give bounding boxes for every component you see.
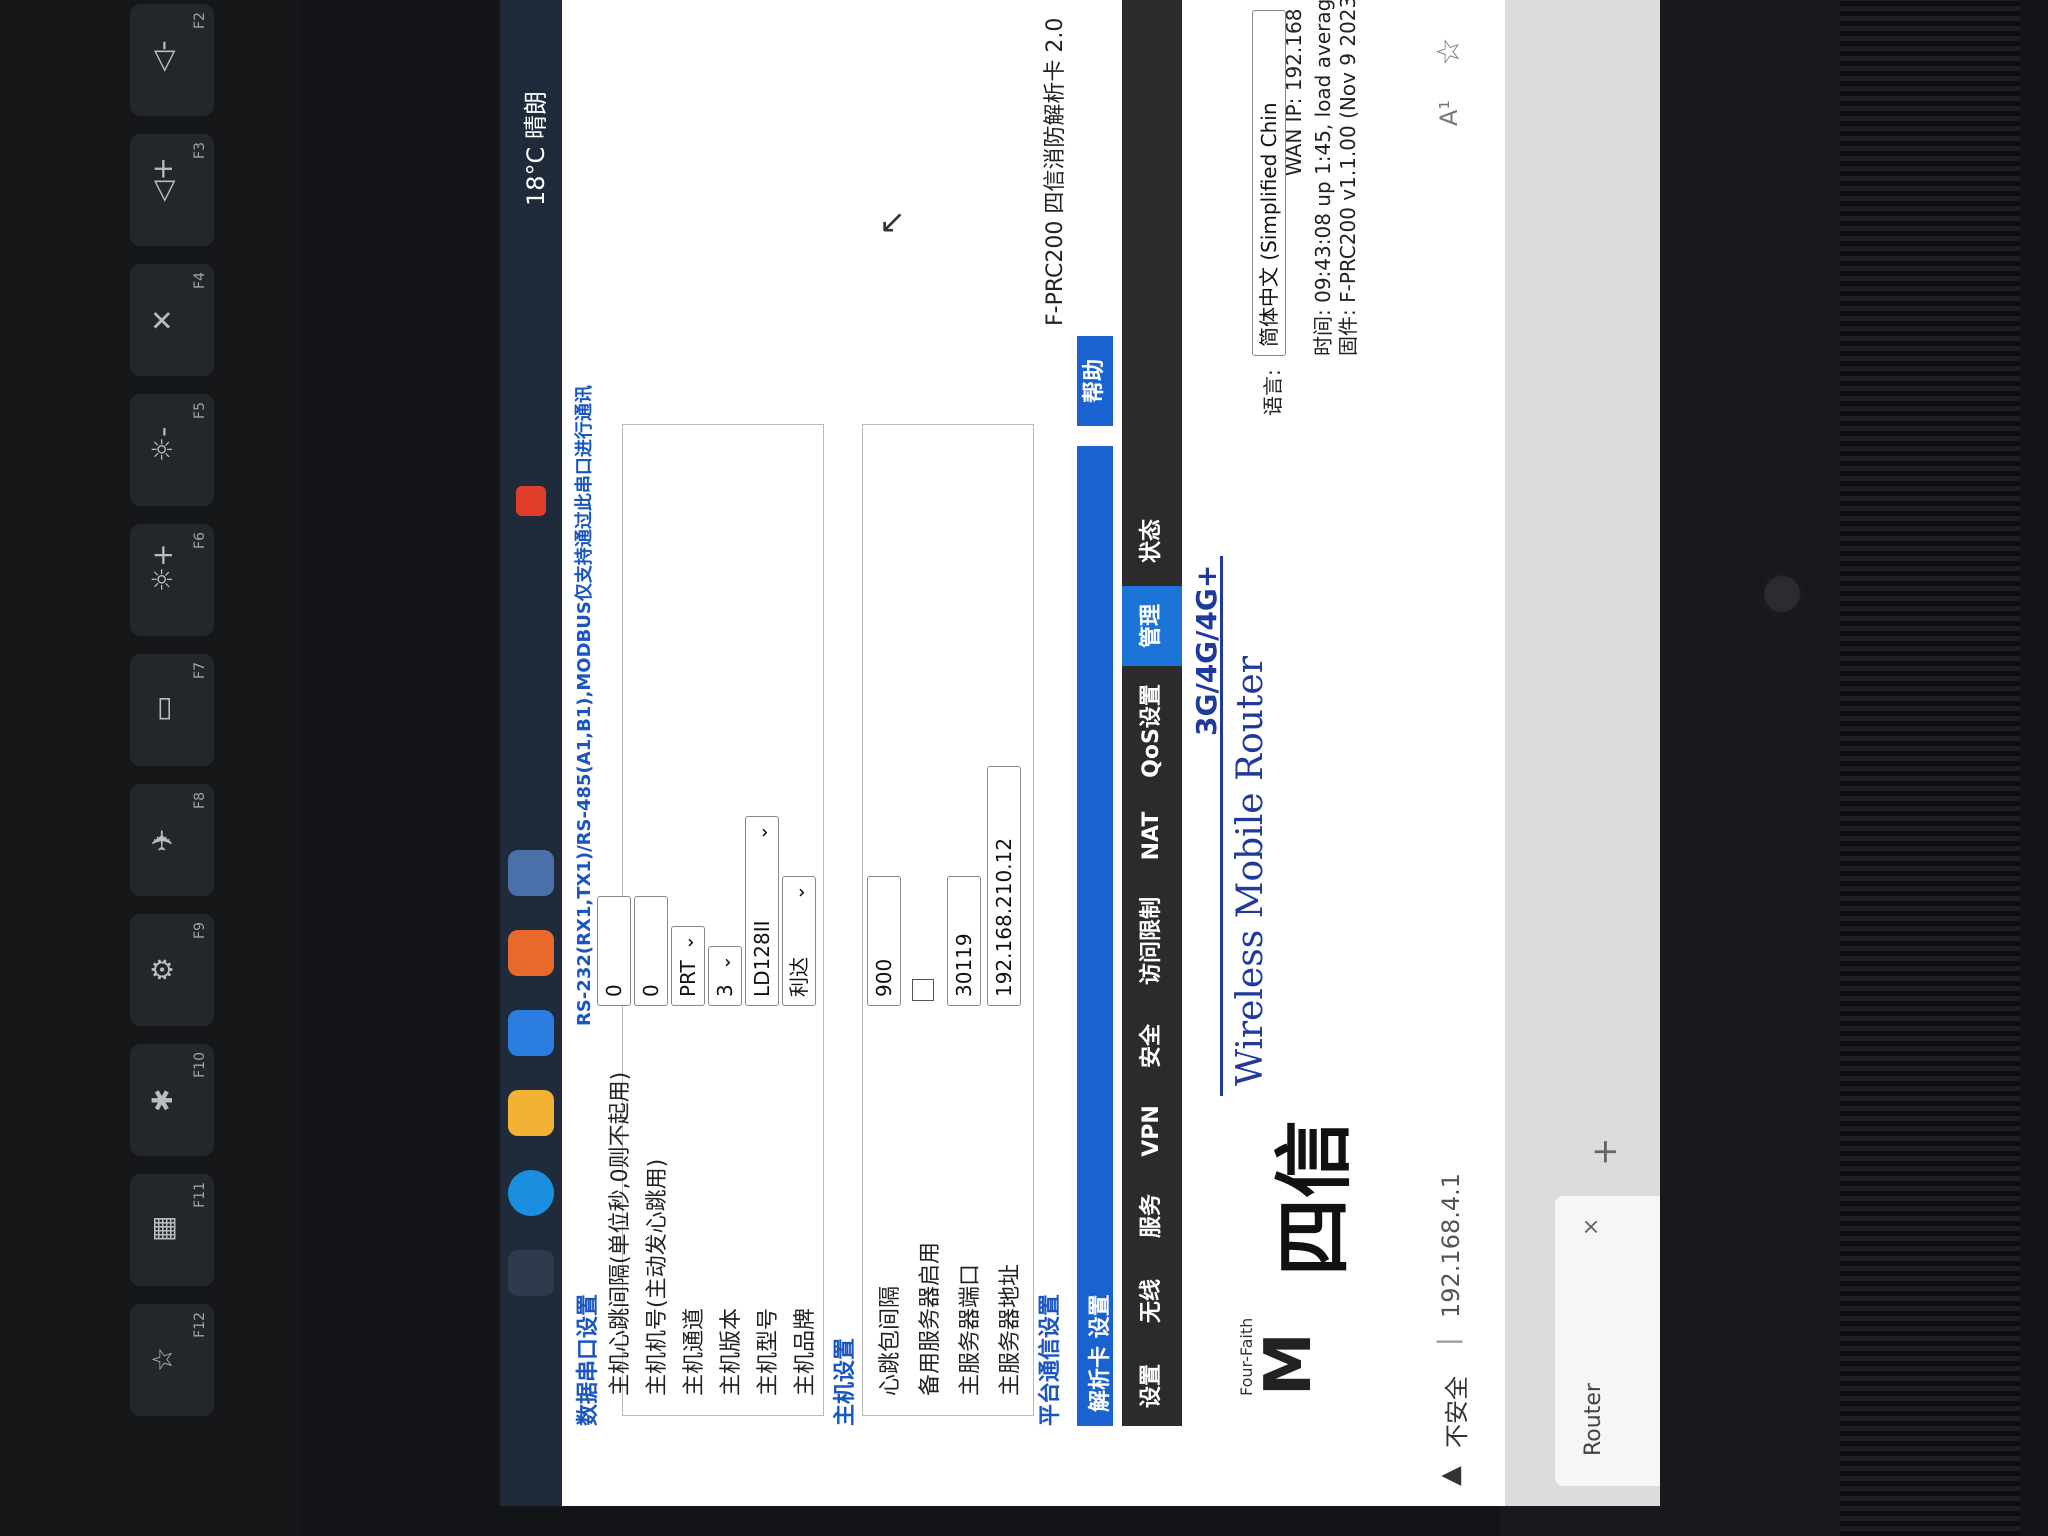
server-addr-label: 主服务器地址: [998, 1263, 1023, 1396]
key-f11[interactable]: ▦ F11: [130, 1174, 214, 1286]
language-select[interactable]: 简体中文 (Simplified Chin: [1252, 10, 1286, 356]
subpage-title: 解析卡 设置: [1088, 1294, 1113, 1412]
tab-bar: Router × +: [1505, 0, 1660, 1506]
screen: 18°C 晴朗 M Four-Faith 四信 Wireless Mobile …: [500, 0, 1660, 1506]
tab-setup[interactable]: 设置: [1122, 1346, 1182, 1426]
help-text: F-PRC200 四信消防解析卡 2.0: [1043, 17, 1068, 326]
browser-tab[interactable]: Router ×: [1555, 1196, 1660, 1486]
tab-vpn[interactable]: VPN: [1122, 1091, 1182, 1171]
logo-cn: 四信: [1270, 1119, 1360, 1276]
webcam: [1760, 572, 1804, 616]
weather-widget[interactable]: 18°C 晴朗: [516, 91, 551, 206]
new-tab-button[interactable]: +: [1585, 1138, 1625, 1167]
close-icon[interactable]: ×: [1579, 1218, 1604, 1236]
key-f9[interactable]: ⚙ F9: [130, 914, 214, 1026]
key-f12[interactable]: ☆ F12: [130, 1304, 214, 1416]
serial-section-title: 数据串口设置: [576, 1293, 601, 1426]
heartbeat-input[interactable]: 900: [867, 876, 901, 1006]
logo-text: Four-Faith: [1237, 1317, 1256, 1396]
key-f5[interactable]: ☼- F5: [130, 394, 214, 506]
host-brand-select[interactable]: 利达 ⌄: [782, 876, 816, 1006]
language-label: 语言:: [1261, 369, 1285, 416]
serial-note: RS-232(RX1,TX1)/RS-485(A1,B1),MODBUS仅支持通…: [574, 385, 595, 1026]
sogou-icon[interactable]: [516, 486, 546, 516]
main-nav: 设置 无线 服务 VPN 安全 访问限制 NAT QoS设置 管理 状态: [1122, 0, 1182, 1426]
keyboard: ◁- F2 ◁+ F3 ✕ F4 ☼- F5 ☼+ F6 ▭ F7 ✈ F8 ⚙ F9 ✱ F10…: [0, 0, 300, 1536]
tab-access-restrictions[interactable]: 访问限制: [1122, 881, 1182, 1001]
app-icon[interactable]: [508, 850, 554, 896]
host-model-select[interactable]: LD128II ⌄: [745, 816, 779, 1006]
tab-status[interactable]: 状态: [1122, 501, 1182, 581]
separator: |: [1433, 1337, 1463, 1346]
server-port-label: 主服务器端口: [958, 1263, 983, 1396]
explorer-icon[interactable]: [508, 1090, 554, 1136]
router-page: M Four-Faith 四信 Wireless Mobile Router 3…: [562, 0, 1405, 1506]
address-bar: ▲ 不安全 | 192.168.4.1 A¹ ☆: [1405, 0, 1506, 1506]
speaker-grille: [1840, 0, 2020, 1536]
key-f2[interactable]: ◁- F2: [130, 4, 214, 116]
host-channel-label: 主机通道: [682, 1307, 707, 1396]
platform-section-title: 平台通信设置: [1038, 1293, 1063, 1426]
tab-services[interactable]: 服务: [1122, 1176, 1182, 1256]
tab-qos[interactable]: QoS设置: [1122, 671, 1182, 791]
time-info: 时间: 09:43:08 up 1:45, load average: 2.43…: [1311, 0, 1335, 356]
host-section-title: 主机设置: [833, 1337, 858, 1426]
key-f8[interactable]: ✈ F8: [130, 784, 214, 896]
host-version-select[interactable]: 3 ⌄: [708, 946, 742, 1006]
host-heartbeat-input[interactable]: 0: [597, 896, 631, 1006]
chevron-down-icon: ⌄: [788, 885, 809, 901]
favorite-icon[interactable]: ☆: [1429, 37, 1467, 66]
mouse-cursor: ↖: [872, 209, 910, 236]
tab-title: Router: [1581, 1383, 1606, 1456]
firmware-info: 固件: F-PRC200 v1.1.00 (Nov 9 2023 10:1: [1336, 0, 1360, 356]
key-f3[interactable]: ◁+ F3: [130, 134, 214, 246]
wechat-icon[interactable]: [508, 930, 554, 976]
host-model-label: 主机型号: [756, 1307, 781, 1396]
host-brand-label: 主机品牌: [793, 1307, 818, 1396]
key-f10[interactable]: ✱ F10: [130, 1044, 214, 1156]
chevron-down-icon: ⌄: [751, 825, 772, 841]
host-number-label: 主机机号(主动发心跳用): [645, 1158, 670, 1396]
url-input[interactable]: 192.168.4.1: [1437, 1173, 1465, 1318]
host-heartbeat-label: 主机心跳间隔(单位秒,0则不起用): [608, 1071, 633, 1396]
heartbeat-label: 心跳包间隔: [878, 1285, 903, 1396]
backup-server-label: 备用服务器启用: [918, 1241, 943, 1396]
insecure-label[interactable]: 不安全: [1437, 1376, 1472, 1448]
edge-icon[interactable]: [508, 1170, 554, 1216]
tab-security[interactable]: 安全: [1122, 1006, 1182, 1086]
chevron-down-icon: ⌄: [714, 955, 735, 971]
feishu-icon[interactable]: [508, 1010, 554, 1056]
server-port-input[interactable]: 30119: [947, 876, 981, 1006]
brand-title: Wireless Mobile Router: [1230, 656, 1271, 1086]
taskbar: 18°C 晴朗: [500, 0, 562, 1506]
subpage-header: 解析卡 设置: [1077, 446, 1113, 1426]
server-addr-input[interactable]: 192.168.210.12: [987, 766, 1021, 1006]
host-version-label: 主机版本: [719, 1307, 744, 1396]
brand-subtitle: 3G/4G/4G+: [1190, 564, 1223, 736]
logo-mark: M: [1252, 1332, 1326, 1396]
warning-icon: ▲: [1435, 1466, 1465, 1486]
tab-nat[interactable]: NAT: [1122, 796, 1182, 876]
help-tab[interactable]: 帮助: [1077, 336, 1113, 426]
backup-server-checkbox[interactable]: [912, 979, 934, 1001]
read-aloud-icon[interactable]: A¹: [1435, 100, 1463, 126]
key-f7[interactable]: ▭ F7: [130, 654, 214, 766]
tab-administration[interactable]: 管理: [1122, 586, 1182, 666]
task-view-icon[interactable]: [508, 1250, 554, 1296]
host-channel-select[interactable]: PRT ⌄: [671, 926, 705, 1006]
host-number-input[interactable]: 0: [634, 896, 668, 1006]
photo-stage: ◁- F2 ◁+ F3 ✕ F4 ☼- F5 ☼+ F6 ▭ F7 ✈ F8 ⚙ F9 ✱ F10…: [0, 0, 2048, 1536]
key-f6[interactable]: ☼+ F6: [130, 524, 214, 636]
chevron-down-icon: ⌄: [677, 935, 698, 951]
key-f4[interactable]: ✕ F4: [130, 264, 214, 376]
tab-wireless[interactable]: 无线: [1122, 1261, 1182, 1341]
